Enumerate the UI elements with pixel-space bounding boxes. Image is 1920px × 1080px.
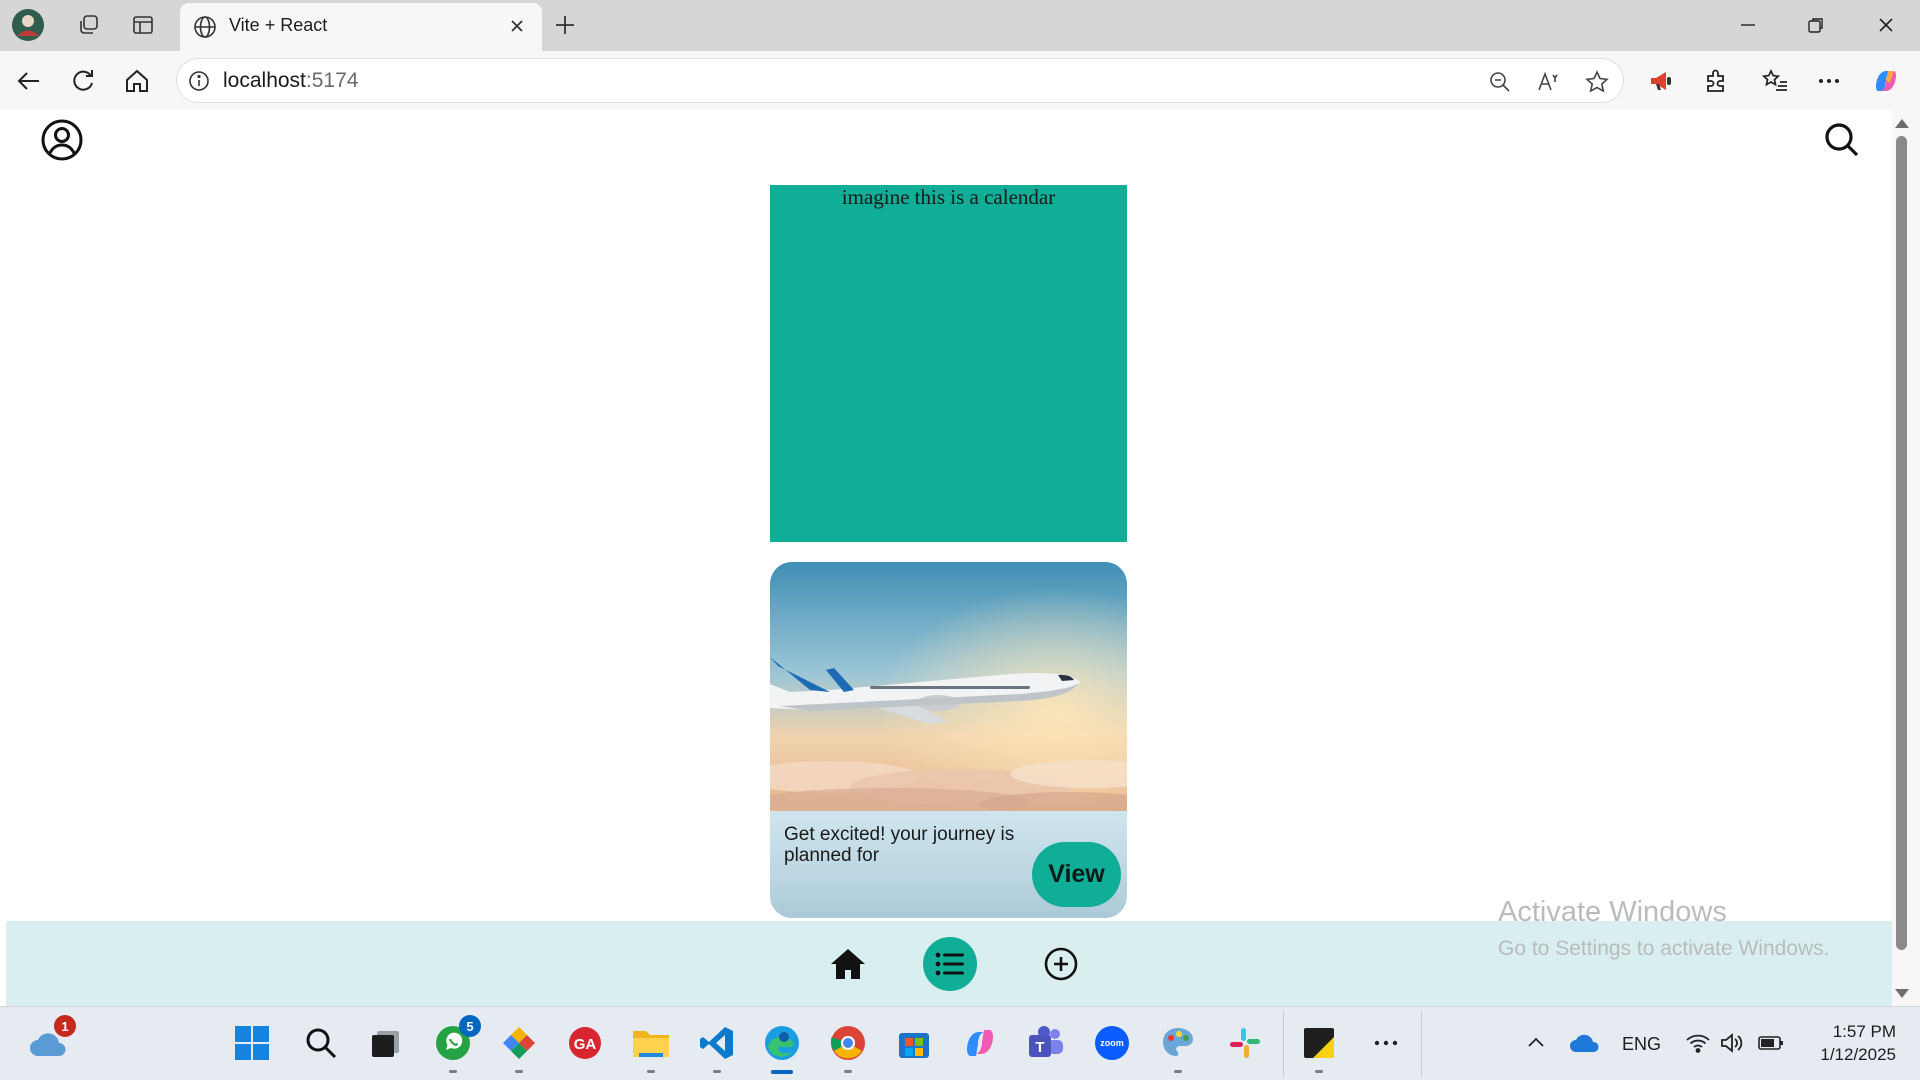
favorites-list-icon[interactable] xyxy=(1756,62,1794,100)
restore-icon[interactable] xyxy=(1791,8,1841,42)
whatsapp-icon[interactable]: 5 xyxy=(431,1015,481,1073)
clock[interactable]: 1:57 PM 1/12/2025 xyxy=(1800,1020,1896,1066)
new-tab-icon[interactable] xyxy=(548,8,582,42)
more-options-icon[interactable] xyxy=(1810,62,1848,100)
file-explorer-icon[interactable] xyxy=(629,1021,673,1073)
svg-text:GA: GA xyxy=(574,1036,597,1053)
volume-icon[interactable] xyxy=(1710,1021,1754,1065)
windows-taskbar: 1 5 GA T zoom ENG 1:57 PM 1/12/2025 xyxy=(0,1006,1920,1080)
chrome-icon[interactable] xyxy=(826,1021,870,1073)
onedrive-cloud-icon[interactable] xyxy=(1563,1021,1607,1065)
taskbar-separator xyxy=(1283,1011,1284,1077)
diamond-app-icon[interactable] xyxy=(497,1021,541,1073)
profile-icon[interactable] xyxy=(38,116,86,164)
globe-icon xyxy=(192,14,218,45)
extension-megaphone-icon[interactable] xyxy=(1642,62,1680,100)
url-text: localhost:5174 xyxy=(223,69,359,92)
running-indicator xyxy=(1174,1070,1182,1073)
clock-time: 1:57 PM xyxy=(1832,1022,1896,1041)
trip-card: Get excited! your journey is planned for… xyxy=(770,562,1127,918)
refresh-icon[interactable] xyxy=(64,62,102,100)
running-indicator xyxy=(647,1070,655,1073)
sticky-notes-icon[interactable] xyxy=(1297,1021,1341,1073)
running-indicator xyxy=(449,1070,457,1073)
browser-tab-bar: Vite + React xyxy=(0,0,1920,51)
running-indicator xyxy=(844,1070,852,1073)
trip-caption: Get excited! your journey is planned for xyxy=(784,824,1015,866)
microsoft-store-icon[interactable] xyxy=(892,1021,936,1065)
ga-app-icon[interactable]: GA xyxy=(563,1021,607,1065)
whatsapp-badge: 5 xyxy=(459,1015,481,1037)
nav-add-icon[interactable] xyxy=(1034,937,1088,991)
close-window-icon[interactable] xyxy=(1861,8,1911,42)
nav-home-icon[interactable] xyxy=(821,937,875,991)
trip-card-footer: Get excited! your journey is planned for… xyxy=(770,811,1127,918)
task-view-icon[interactable] xyxy=(364,1021,408,1065)
back-arrow-icon[interactable] xyxy=(10,62,48,100)
battery-icon[interactable] xyxy=(1749,1021,1793,1065)
favorite-star-icon[interactable] xyxy=(1582,67,1612,97)
close-tab-icon[interactable] xyxy=(504,13,530,44)
calendar-placeholder-text: imagine this is a calendar xyxy=(841,185,1056,209)
slack-icon[interactable] xyxy=(1223,1021,1267,1065)
copilot-icon[interactable] xyxy=(1867,62,1905,100)
paint-app-icon[interactable] xyxy=(1156,1021,1200,1073)
home-icon[interactable] xyxy=(118,62,156,100)
activate-windows-watermark: Activate Windows Go to Settings to activ… xyxy=(1498,896,1830,961)
zoom-icon[interactable]: zoom xyxy=(1090,1021,1134,1065)
running-indicator xyxy=(713,1070,721,1073)
svg-text:zoom: zoom xyxy=(1100,1038,1124,1048)
page-viewport: imagine this is a calendar Get excited! … xyxy=(6,110,1892,1006)
view-button[interactable]: View xyxy=(1032,842,1121,907)
scrollbar-thumb[interactable] xyxy=(1896,136,1907,950)
page-scrollbar[interactable] xyxy=(1892,110,1920,1006)
extensions-puzzle-icon[interactable] xyxy=(1697,62,1735,100)
running-indicator xyxy=(515,1070,523,1073)
more-apps-icon[interactable] xyxy=(1364,1021,1408,1065)
edge-browser-icon[interactable] xyxy=(760,1021,804,1074)
copilot-taskbar-icon[interactable] xyxy=(958,1021,1002,1065)
teams-icon[interactable]: T xyxy=(1024,1021,1068,1065)
minimize-icon[interactable] xyxy=(1723,8,1773,42)
address-bar[interactable]: localhost:5174 xyxy=(176,58,1624,103)
browser-tab-active[interactable]: Vite + React xyxy=(180,3,542,51)
activate-subtitle: Go to Settings to activate Windows. xyxy=(1498,937,1830,960)
weather-cloud-icon[interactable]: 1 xyxy=(26,1015,76,1065)
browser-nav-bar: localhost:5174 xyxy=(0,51,1920,110)
scroll-up-icon[interactable] xyxy=(1895,119,1909,128)
calendar-placeholder: imagine this is a calendar xyxy=(770,185,1127,542)
search-icon[interactable] xyxy=(1818,116,1866,164)
active-indicator xyxy=(771,1070,793,1074)
svg-text:T: T xyxy=(1035,1039,1044,1056)
language-indicator[interactable]: ENG xyxy=(1622,1034,1661,1055)
nav-list-icon[interactable] xyxy=(923,937,977,991)
clock-date: 1/12/2025 xyxy=(1820,1045,1896,1064)
zoom-out-icon[interactable] xyxy=(1485,67,1515,97)
tab-title: Vite + React xyxy=(229,15,328,35)
vertical-tabs-icon[interactable] xyxy=(126,8,160,42)
activate-title: Activate Windows xyxy=(1498,896,1727,928)
airplane-photo xyxy=(770,562,1127,811)
weather-badge: 1 xyxy=(54,1015,76,1037)
running-indicator xyxy=(1315,1070,1323,1073)
show-hidden-icons-chevron-icon[interactable] xyxy=(1514,1021,1558,1065)
start-windows-icon[interactable] xyxy=(230,1021,274,1065)
taskbar-search-icon[interactable] xyxy=(299,1021,343,1065)
scroll-down-icon[interactable] xyxy=(1895,989,1909,998)
vscode-icon[interactable] xyxy=(695,1021,739,1073)
profile-avatar-icon[interactable] xyxy=(11,8,45,42)
site-info-icon[interactable] xyxy=(187,69,211,98)
workspaces-icon[interactable] xyxy=(72,8,106,42)
read-aloud-icon[interactable] xyxy=(1534,67,1564,97)
taskbar-separator xyxy=(1421,1011,1422,1077)
